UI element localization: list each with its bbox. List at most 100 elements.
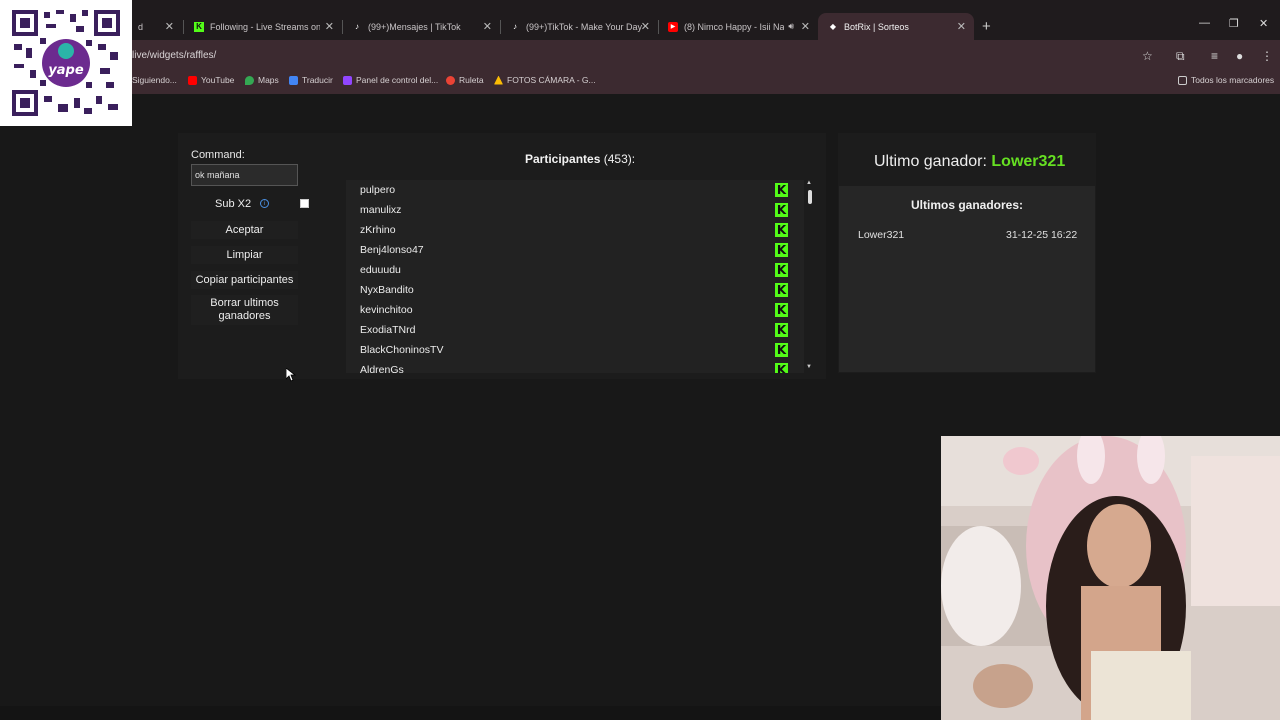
list-item: AldrenGs K bbox=[346, 360, 804, 373]
yape-logo-text: yape bbox=[48, 63, 84, 78]
bookmark-label: YouTube bbox=[201, 75, 235, 85]
tab-title: d bbox=[138, 21, 144, 32]
kick-icon: K bbox=[194, 21, 204, 32]
star-icon[interactable]: ☆ bbox=[1142, 49, 1153, 63]
bookmark-label: FOTOS CÁMARA - G... bbox=[507, 75, 596, 85]
extensions-icon[interactable]: ⧉ bbox=[1176, 49, 1185, 64]
google-icon bbox=[446, 75, 455, 85]
youtube-icon: ▶ bbox=[668, 21, 678, 32]
kick-icon: K bbox=[775, 263, 788, 277]
speaker-icon[interactable]: 🔊︎ bbox=[788, 21, 794, 32]
minimize-icon[interactable]: — bbox=[1199, 17, 1210, 29]
bookmarks-bar: Siguiendo... YouTube Maps Traducir Panel… bbox=[0, 70, 1280, 94]
folder-icon bbox=[1178, 75, 1187, 85]
close-window-icon[interactable]: ✕ bbox=[1259, 17, 1268, 30]
kick-icon: K bbox=[775, 283, 788, 297]
command-input[interactable] bbox=[191, 164, 298, 186]
all-bookmarks[interactable]: Todos los marcadores bbox=[1178, 75, 1274, 85]
close-icon[interactable]: ✕ bbox=[957, 20, 966, 33]
bookmark-ruleta[interactable]: Ruleta bbox=[446, 75, 484, 85]
list-item: zKrhino K bbox=[346, 220, 804, 240]
participants-count: (453): bbox=[603, 152, 636, 166]
new-tab-button[interactable]: + bbox=[982, 18, 991, 35]
sub-x2-label: Sub X2 bbox=[215, 198, 252, 210]
drive-icon bbox=[494, 75, 503, 85]
last-winner-name: Lower321 bbox=[991, 153, 1066, 170]
participant-name: eduuudu bbox=[360, 264, 401, 276]
participants-title-label: Participantes bbox=[525, 152, 601, 166]
copiar-participantes-button[interactable]: Copiar participantes bbox=[191, 271, 298, 289]
kick-icon: K bbox=[775, 223, 788, 237]
participant-name: AldrenGs bbox=[360, 364, 404, 373]
close-icon[interactable]: ✕ bbox=[641, 20, 650, 33]
youtube-icon bbox=[188, 75, 197, 85]
winner-name: Lower321 bbox=[858, 229, 905, 241]
restore-icon[interactable]: ❐ bbox=[1229, 17, 1239, 30]
aceptar-button[interactable]: Aceptar bbox=[191, 221, 298, 239]
participants-list[interactable]: pulpero K manulixz K zKrhino K Benj4lonso47… bbox=[346, 180, 804, 373]
list-item: pulpero K bbox=[346, 180, 804, 200]
close-icon[interactable]: ✕ bbox=[801, 20, 810, 33]
participant-name: zKrhino bbox=[360, 224, 396, 236]
list-item: eduuudu K bbox=[346, 260, 804, 280]
participant-name: manulixz bbox=[360, 204, 402, 216]
tab-title: (99+)TikTok - Make Your Day bbox=[526, 21, 642, 32]
bookmark-maps[interactable]: Maps bbox=[245, 75, 279, 85]
maps-icon bbox=[245, 75, 254, 85]
winner-date: 31-12-25 16:22 bbox=[1006, 229, 1078, 241]
borrar-ganadores-button[interactable]: Borrar ultimos ganadores bbox=[191, 295, 298, 325]
tab-title: Following - Live Streams on Kic bbox=[210, 21, 320, 32]
bookmark-youtube[interactable]: YouTube bbox=[188, 75, 234, 85]
qr-code-icon: yape bbox=[10, 8, 122, 118]
kick-icon: K bbox=[775, 203, 788, 217]
kick-icon: K bbox=[775, 323, 788, 337]
tab-tiktok-mensajes[interactable]: ♪ (99+)Mensajes | TikTok ✕ bbox=[342, 13, 500, 40]
bookmark-label: Traducir bbox=[302, 75, 333, 85]
participant-name: BlackChoninosTV bbox=[360, 344, 444, 356]
tab-0[interactable]: d ✕ bbox=[128, 13, 182, 40]
close-icon[interactable]: ✕ bbox=[483, 20, 492, 33]
bookmark-siguiendo[interactable]: Siguiendo... bbox=[132, 75, 177, 85]
qr-code-overlay: yape bbox=[0, 0, 132, 126]
list-item: NyxBandito K bbox=[346, 280, 804, 300]
sub-x2-checkbox[interactable] bbox=[300, 199, 309, 208]
webcam-image bbox=[941, 436, 1280, 720]
close-icon[interactable]: ✕ bbox=[325, 20, 334, 33]
scroll-up-icon[interactable]: ▲ bbox=[806, 180, 812, 186]
address-bar[interactable]: live/widgets/raffles/ bbox=[132, 50, 216, 61]
info-icon[interactable]: i bbox=[260, 199, 269, 208]
list-item: Benj4lonso47 K bbox=[346, 240, 804, 260]
bookmark-label: Maps bbox=[258, 75, 279, 85]
twitch-icon bbox=[343, 75, 352, 85]
tab-youtube[interactable]: ▶ (8) Nimco Happy - Isii Naftu 🔊︎ ✕ bbox=[658, 13, 818, 40]
tiktok-icon: ♪ bbox=[513, 22, 517, 31]
bookmark-panel[interactable]: Panel de control del... bbox=[343, 75, 438, 85]
tab-tiktok[interactable]: ♪ (99+)TikTok - Make Your Day ✕ bbox=[500, 13, 658, 40]
last-winner-label: Ultimo ganador: bbox=[874, 153, 987, 170]
profile-avatar[interactable]: ● bbox=[1236, 49, 1243, 63]
media-icon[interactable]: ≡ bbox=[1211, 49, 1218, 63]
bookmark-label: Panel de control del... bbox=[356, 75, 439, 85]
bookmark-traducir[interactable]: Traducir bbox=[289, 75, 333, 85]
participants-scrollbar[interactable]: ▲ ▼ bbox=[806, 180, 814, 373]
kick-icon: K bbox=[775, 183, 788, 197]
scroll-thumb[interactable] bbox=[808, 190, 812, 204]
participant-name: Benj4lonso47 bbox=[360, 244, 424, 256]
list-item: kevinchitoo K bbox=[346, 300, 804, 320]
tab-kick[interactable]: K Following - Live Streams on Kic ✕ bbox=[184, 13, 342, 40]
winners-title: Ultimos ganadores: bbox=[910, 198, 1024, 212]
webcam-overlay bbox=[941, 436, 1280, 720]
kick-icon: K bbox=[775, 243, 788, 257]
scroll-down-icon[interactable]: ▼ bbox=[806, 364, 812, 370]
bottom-bar bbox=[0, 706, 941, 720]
participant-name: kevinchitoo bbox=[360, 304, 413, 316]
participants-title: Participantes (453): bbox=[525, 152, 635, 166]
close-icon[interactable]: ✕ bbox=[165, 20, 174, 33]
bookmark-label: Todos los marcadores bbox=[1191, 75, 1275, 85]
limpiar-button[interactable]: Limpiar bbox=[191, 246, 298, 264]
bookmark-fotos[interactable]: FOTOS CÁMARA - G... bbox=[494, 75, 596, 85]
tab-botrix[interactable]: ◆ BotRix | Sorteos ✕ bbox=[818, 13, 974, 40]
kick-icon: K bbox=[775, 303, 788, 317]
menu-icon[interactable]: ⋮ bbox=[1261, 49, 1273, 63]
participant-name: pulpero bbox=[360, 184, 396, 196]
